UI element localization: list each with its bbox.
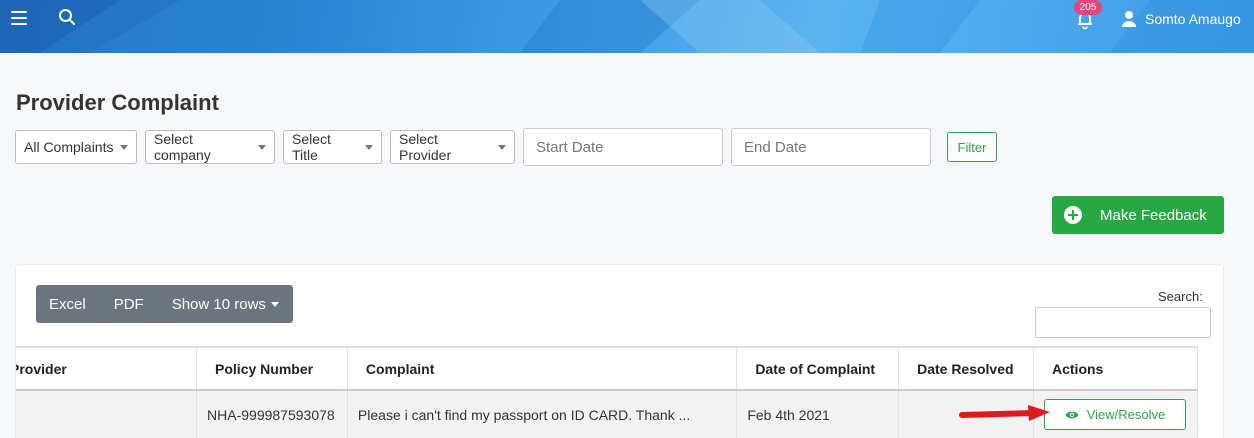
company-select-value: Select company xyxy=(154,131,211,163)
column-header-provider[interactable]: Provider xyxy=(16,346,198,391)
complaints-select[interactable]: All Complaints xyxy=(15,130,137,164)
title-select[interactable]: Select Title xyxy=(283,130,382,164)
make-feedback-label: Make Feedback xyxy=(1100,206,1207,224)
table-header-row: Provider Policy Number Complaint Date of… xyxy=(16,346,1198,391)
complaints-select-value: All Complaints xyxy=(24,139,114,155)
view-resolve-label: View/Resolve xyxy=(1086,407,1166,422)
excel-button[interactable]: Excel xyxy=(36,285,100,323)
cell-date-of-complaint: Feb 4th 2021 xyxy=(736,390,900,438)
user-name: Somto Amaugo xyxy=(1145,11,1241,27)
chevron-down-icon xyxy=(270,301,279,307)
column-header-actions: Actions xyxy=(1033,346,1198,391)
chevron-down-icon xyxy=(120,144,128,150)
table-export-toolbar: Excel PDF Show 10 rows xyxy=(36,285,293,323)
search-icon[interactable] xyxy=(56,6,78,28)
search-label: Search: xyxy=(1158,289,1203,304)
top-navbar xyxy=(0,0,1254,53)
cell-complaint: Please i can't find my passport on ID CA… xyxy=(346,390,738,438)
column-header-complaint[interactable]: Complaint xyxy=(346,346,738,391)
provider-select-value: Select Provider xyxy=(399,131,452,163)
chevron-down-icon xyxy=(258,144,266,150)
table-search-input[interactable] xyxy=(1035,307,1211,338)
cell-actions: View/Resolve xyxy=(1033,390,1198,438)
filter-button[interactable]: Filter xyxy=(947,132,997,162)
column-header-policy-number[interactable]: Policy Number xyxy=(196,346,348,391)
column-header-date-of-complaint[interactable]: Date of Complaint xyxy=(736,346,900,391)
column-header-date-resolved[interactable]: Date Resolved xyxy=(898,346,1034,391)
user-menu[interactable]: Somto Amaugo xyxy=(1121,10,1241,28)
end-date-input[interactable]: End Date xyxy=(731,128,931,166)
notification-badge: 205 xyxy=(1074,0,1102,15)
header-background xyxy=(0,0,1254,53)
view-resolve-button[interactable]: View/Resolve xyxy=(1044,399,1186,430)
company-select[interactable]: Select company xyxy=(145,130,275,164)
rows-per-page-button[interactable]: Show 10 rows xyxy=(158,285,293,323)
plus-circle-icon xyxy=(1064,206,1082,224)
start-date-input[interactable]: Start Date xyxy=(523,128,723,166)
pdf-button[interactable]: PDF xyxy=(100,285,158,323)
page-title: Provider Complaint xyxy=(16,90,219,115)
eye-icon xyxy=(1065,411,1079,418)
rows-per-page-label: Show 10 rows xyxy=(171,295,266,313)
cell-provider xyxy=(16,390,198,438)
user-icon xyxy=(1122,11,1136,27)
make-feedback-button[interactable]: Make Feedback xyxy=(1052,196,1224,234)
chevron-down-icon xyxy=(498,144,506,150)
title-select-value: Select Title xyxy=(292,131,331,163)
annotation-arrow-icon xyxy=(959,405,1050,421)
menu-icon[interactable] xyxy=(8,8,30,28)
cell-policy-number: NHA-999987593078 xyxy=(196,390,348,438)
provider-select[interactable]: Select Provider xyxy=(390,130,515,164)
chevron-down-icon xyxy=(365,144,373,150)
